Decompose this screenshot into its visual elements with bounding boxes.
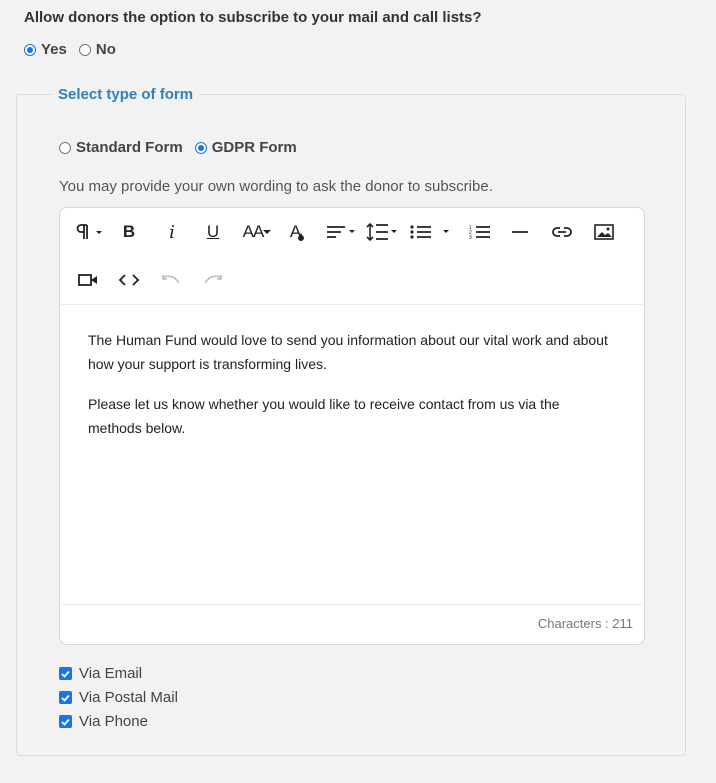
standard-form-radio[interactable] [59, 141, 71, 154]
via-email-checkbox[interactable] [59, 667, 72, 680]
editor-hint: You may provide your own wording to ask … [59, 178, 493, 195]
svg-text:3: 3 [469, 235, 472, 241]
editor-content[interactable]: The Human Fund would love to send you in… [88, 328, 608, 456]
check-icon [61, 670, 70, 678]
bold-button[interactable]: B [114, 217, 144, 247]
via-phone-option[interactable]: Via Phone [59, 713, 148, 730]
font-size-icon: AA [242, 222, 265, 241]
undo-button[interactable] [156, 265, 186, 295]
bullet-list-icon [410, 225, 449, 239]
image-icon [594, 224, 614, 240]
form-type-legend: Select type of form [58, 86, 194, 103]
italic-button[interactable]: i [157, 217, 187, 247]
via-postal-mail-checkbox[interactable] [59, 691, 72, 704]
font-size-dropdown-icon [263, 230, 272, 234]
bullet-list-button[interactable] [409, 217, 457, 247]
subscribe-question: Allow donors the option to subscribe to … [24, 9, 482, 26]
redo-button[interactable] [198, 265, 228, 295]
via-email-option[interactable]: Via Email [59, 665, 142, 682]
via-phone-label[interactable]: Via Phone [79, 713, 148, 730]
horizontal-rule-button[interactable] [505, 217, 535, 247]
via-postal-mail-option[interactable]: Via Postal Mail [59, 689, 178, 706]
form-type-radio-group: Standard Form GDPR Form [59, 139, 309, 156]
color-drop-icon [298, 231, 305, 241]
code-icon [118, 274, 140, 286]
check-icon [61, 694, 70, 702]
align-button[interactable] [324, 217, 358, 247]
editor-paragraph: Please let us know whether you would lik… [88, 396, 560, 436]
editor-paragraph: The Human Fund would love to send you in… [88, 332, 608, 372]
insert-video-button[interactable] [73, 265, 103, 295]
yes-radio[interactable] [24, 43, 36, 56]
rich-text-editor: B i U AA A 1 2 3 The Human Fund would lo… [59, 207, 645, 645]
undo-icon [162, 275, 180, 284]
subscribe-radio-group: Yes No [24, 41, 128, 58]
via-email-label[interactable]: Via Email [79, 665, 142, 682]
paragraph-icon [76, 224, 102, 239]
align-icon [327, 226, 355, 238]
numbered-list-icon: 1 2 3 [469, 225, 490, 241]
video-icon [78, 274, 97, 286]
paragraph-format-button[interactable] [74, 217, 108, 247]
numbered-list-button[interactable]: 1 2 3 [465, 217, 495, 247]
gdpr-form-radio[interactable] [194, 141, 207, 154]
link-icon [552, 227, 572, 237]
editor-toolbar: B i U AA A 1 2 3 [60, 208, 644, 305]
via-postal-mail-label[interactable]: Via Postal Mail [79, 689, 178, 706]
font-color-button[interactable]: A [282, 217, 312, 247]
insert-link-button[interactable] [547, 217, 577, 247]
gdpr-form-label[interactable]: GDPR Form [212, 139, 297, 156]
code-view-button[interactable] [114, 265, 144, 295]
yes-label[interactable]: Yes [41, 41, 67, 58]
line-height-button[interactable] [366, 217, 400, 247]
underline-button[interactable]: U [198, 217, 228, 247]
line-height-icon [366, 222, 397, 242]
character-counter: Characters : 211 [60, 604, 644, 644]
check-icon [61, 718, 70, 726]
horizontal-rule-icon [512, 231, 528, 233]
no-radio[interactable] [78, 43, 91, 56]
via-phone-checkbox[interactable] [59, 715, 72, 728]
insert-image-button[interactable] [589, 217, 619, 247]
no-label[interactable]: No [96, 41, 116, 58]
standard-form-label[interactable]: Standard Form [76, 139, 183, 156]
redo-icon [204, 275, 222, 284]
font-size-button[interactable]: AA [240, 217, 274, 247]
